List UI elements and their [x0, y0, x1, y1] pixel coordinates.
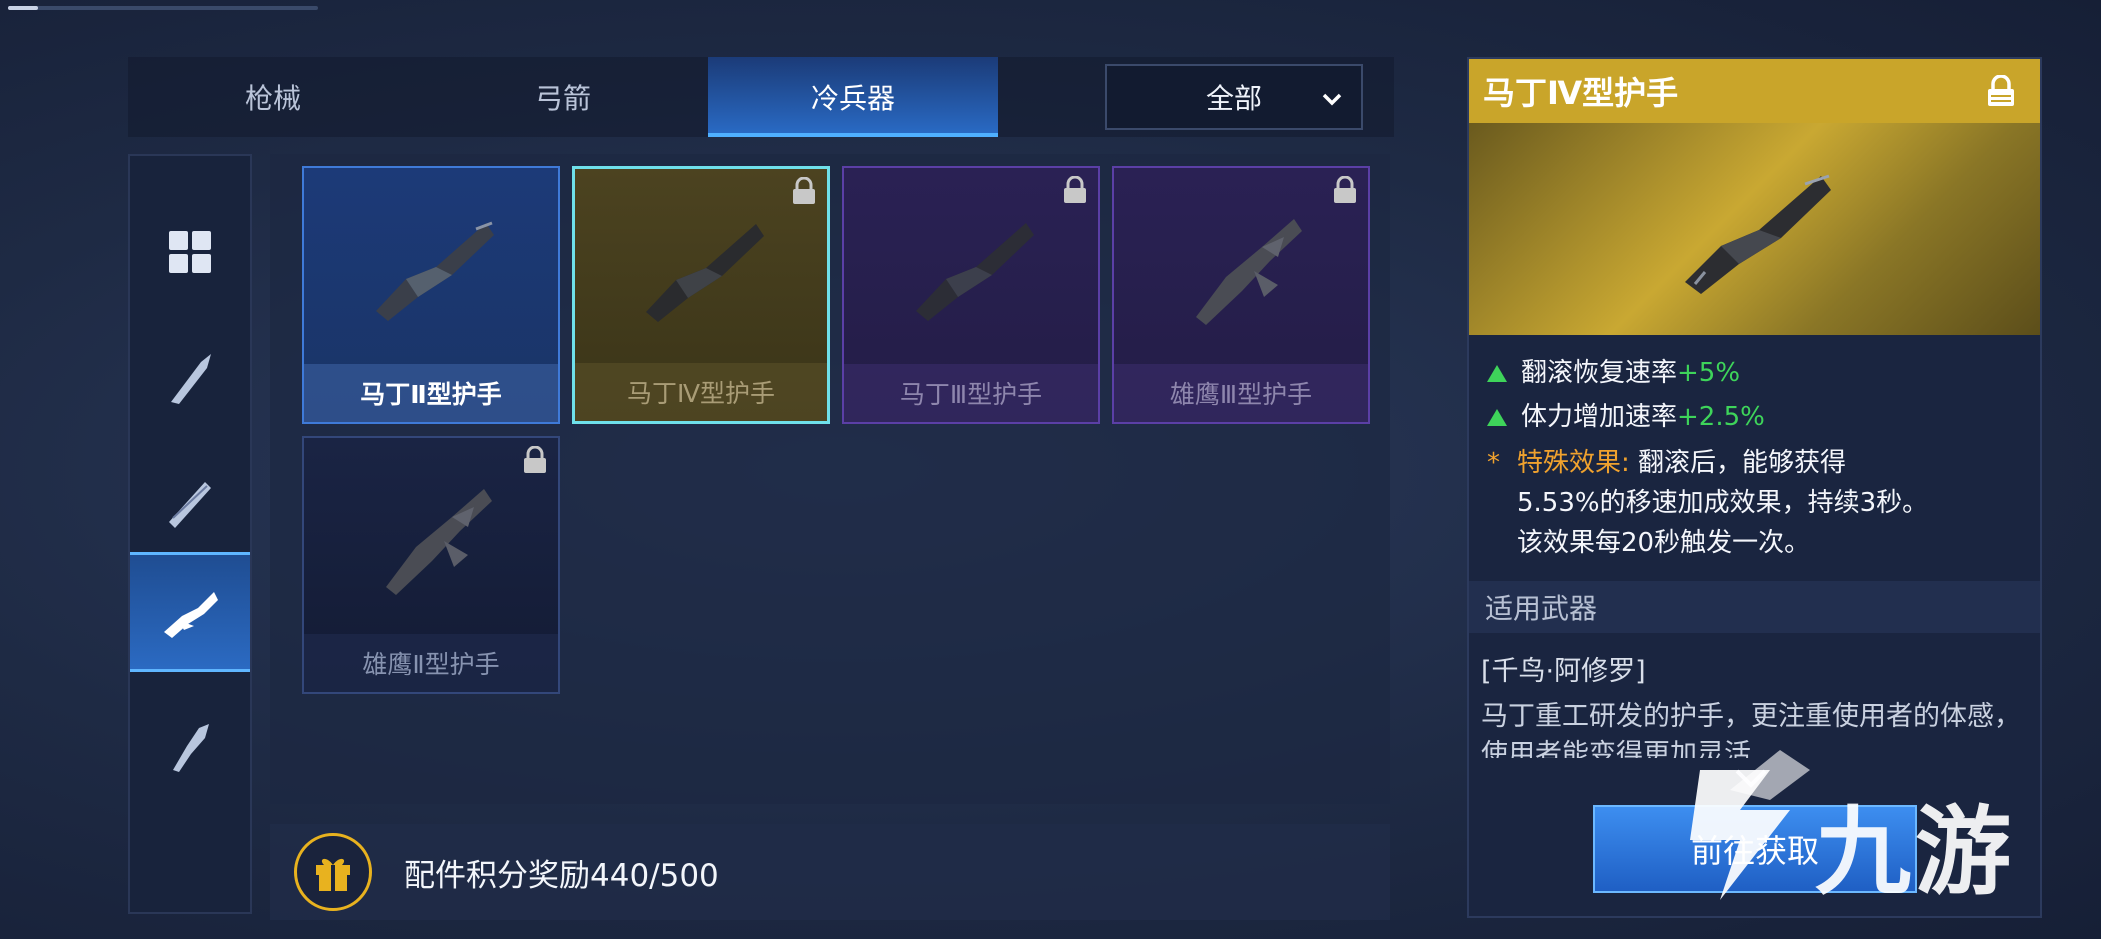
stat-label: 翻滚恢复速率 [1521, 358, 1678, 388]
tab-bows[interactable]: 弓箭 [418, 57, 708, 137]
grid-all-icon [169, 231, 211, 273]
lock-icon [524, 446, 546, 473]
applicable-weapons: [千鸟·阿修罗] [1481, 656, 1646, 687]
part-card-name: 雄鹰Ⅲ型护手 [1114, 364, 1368, 422]
stat-row: 体力增加速率 +2.5% [1487, 395, 2022, 439]
part-card-eagle-2[interactable]: 雄鹰Ⅱ型护手 [302, 436, 560, 694]
special-effect-line3: 该效果每20秒触发一次。 [1517, 528, 1811, 558]
stat-value: +5% [1677, 358, 1741, 388]
handguard-art [844, 168, 1098, 364]
detail-handguard-art [1469, 123, 2040, 335]
reward-bar: 配件积分奖励440/500 [270, 824, 1390, 920]
special-effect-line1: 翻滚后，能够获得 [1638, 448, 1847, 478]
handguard-art [304, 438, 558, 634]
gift-icon [316, 858, 350, 891]
stat-list: 翻滚恢复速率 +5% 体力增加速率 +2.5% * 特殊效果: 翻滚后，能够获得… [1469, 335, 2040, 563]
up-arrow-icon [1487, 364, 1507, 382]
gift-button[interactable] [294, 833, 372, 911]
sidebar-item-blade[interactable] [130, 318, 250, 438]
stat-label: 体力增加速率 [1521, 402, 1678, 432]
lock-icon [1988, 75, 2014, 106]
asterisk-icon: * [1487, 448, 1500, 478]
part-card-martin-4[interactable]: 马丁Ⅳ型护手 [572, 166, 830, 424]
lock-icon [793, 177, 815, 204]
handguard-icon [164, 592, 218, 638]
blade-icon [171, 354, 211, 404]
part-card-name: 雄鹰Ⅱ型护手 [304, 634, 558, 692]
stat-row: 翻滚恢复速率 +5% [1487, 351, 2022, 395]
tab-guns[interactable]: 枪械 [128, 57, 418, 137]
handguard-art [1114, 168, 1368, 364]
detail-title: 马丁Ⅳ型护手 [1483, 74, 1679, 112]
part-type-sidebar [128, 154, 252, 914]
reward-progress-text: 配件积分奖励440/500 [404, 857, 719, 894]
part-card-martin-2[interactable]: 马丁Ⅱ型护手 [302, 166, 560, 424]
handguard-art [575, 169, 827, 365]
sidebar-item-double-blade[interactable] [130, 444, 250, 564]
lock-icon [1064, 176, 1086, 203]
chevron-down-icon[interactable] [1731, 767, 1771, 791]
chevron-down-icon [1322, 93, 1342, 106]
special-effect-line2: 5.53%的移速加成效果，持续3秒。 [1517, 488, 1929, 518]
handguard-grid: 马丁Ⅱ型护手 马丁Ⅳ型护手 马丁Ⅲ型护手 雄鹰Ⅲ型护手 雄鹰Ⅱ型护手 [270, 154, 1390, 804]
part-card-name: 马丁Ⅳ型护手 [575, 363, 827, 421]
detail-header: 马丁Ⅳ型护手 [1469, 59, 2040, 123]
sidebar-item-all[interactable] [130, 192, 250, 312]
part-description: 马丁重工研发的护手，更注重使用者的体感，使用者能变得更加灵活 [1481, 701, 2021, 758]
stat-value: +2.5% [1677, 402, 1765, 432]
handguard-art [304, 168, 558, 364]
part-card-name: 马丁Ⅱ型护手 [304, 364, 558, 422]
part-card-martin-3[interactable]: 马丁Ⅲ型护手 [842, 166, 1100, 424]
filter-dropdown[interactable]: 全部 [1105, 64, 1363, 130]
sidebar-item-hilt[interactable] [130, 686, 250, 806]
applicable-weapons-title: 适用武器 [1469, 581, 2040, 633]
up-arrow-icon [1487, 408, 1507, 426]
double-blade-icon [169, 482, 211, 528]
special-effect: * 特殊效果: 翻滚后，能够获得 5.53%的移速加成效果，持续3秒。 该效果每… [1487, 443, 2022, 563]
part-card-name: 马丁Ⅲ型护手 [844, 364, 1098, 422]
special-effect-label: 特殊效果: [1517, 448, 1630, 478]
part-card-eagle-3[interactable]: 雄鹰Ⅲ型护手 [1112, 166, 1370, 424]
lock-icon [1334, 176, 1356, 203]
hilt-icon [173, 724, 209, 772]
watermark-text: 九游 [1815, 796, 2015, 908]
sidebar-item-handguard[interactable] [130, 552, 250, 672]
tab-melee[interactable]: 冷兵器 [708, 57, 998, 137]
top-progress-line [8, 6, 318, 10]
filter-selected-label: 全部 [1205, 82, 1262, 115]
